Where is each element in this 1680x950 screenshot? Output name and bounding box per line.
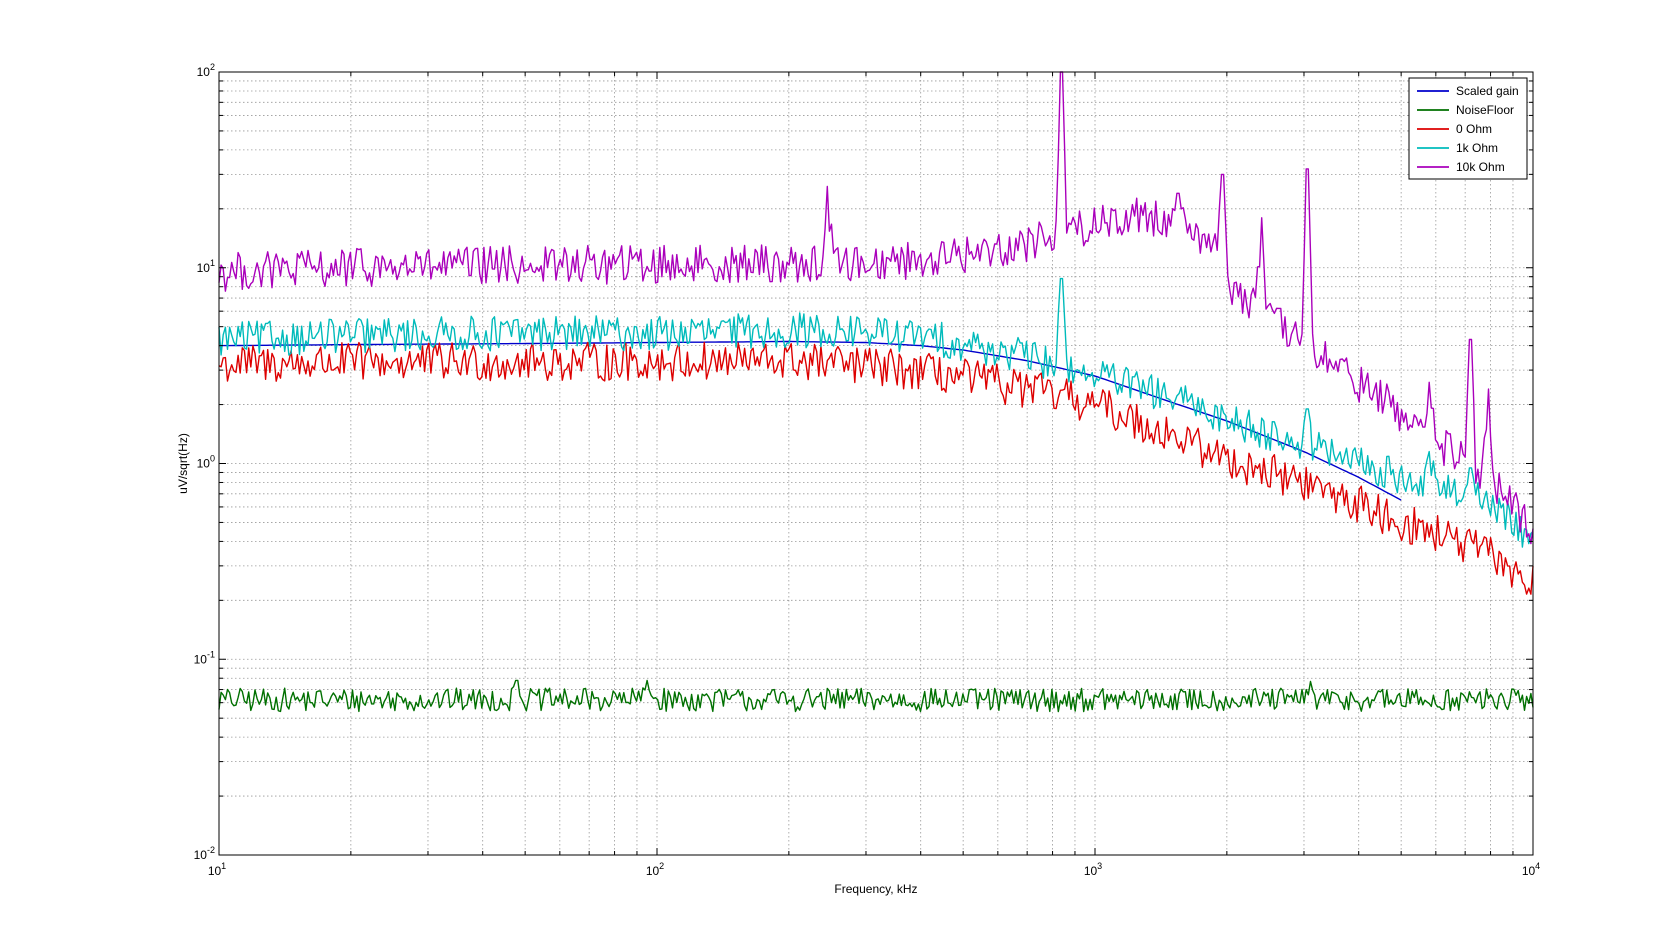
legend-label: Scaled gain bbox=[1456, 84, 1519, 98]
plot-svg: 101 102 103 10410-210-1100101102 Frequency,… bbox=[0, 0, 1680, 950]
legend: Scaled gain NoiseFloor 0 Ohm 1k Ohm 10k Ohm bbox=[1408, 77, 1528, 180]
legend-label: NoiseFloor bbox=[1456, 103, 1514, 117]
chart: 101 102 103 104 10-2 10-1 100 101 102 Frequency,… bbox=[0, 0, 1680, 950]
legend-label: 1k Ohm bbox=[1456, 141, 1498, 155]
legend-label: 0 Ohm bbox=[1456, 122, 1492, 136]
legend-label: 10k Ohm bbox=[1456, 160, 1505, 174]
x-axis-label: Frequency, kHz bbox=[834, 882, 917, 896]
y-axis-label: uV/sqrt(Hz) bbox=[176, 433, 190, 494]
